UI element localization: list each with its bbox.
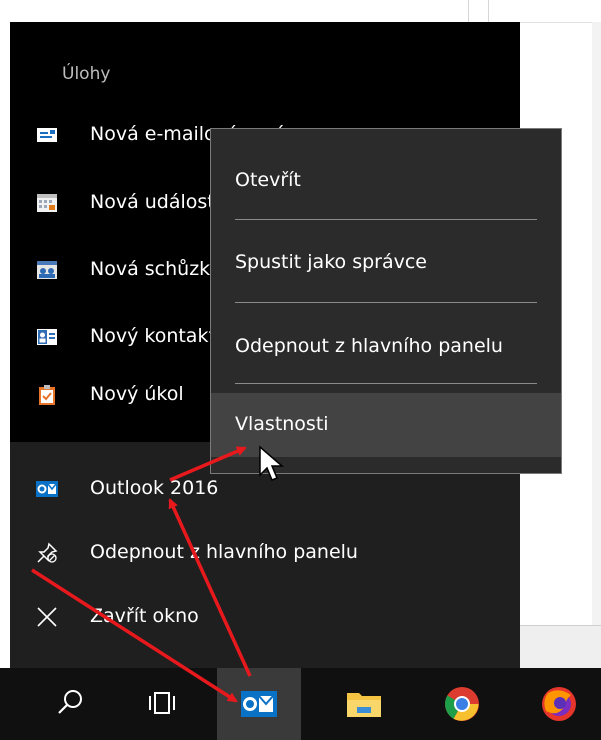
window-edge [592, 22, 601, 668]
outlook-icon [241, 691, 277, 717]
new-email-icon [37, 128, 57, 142]
menu-separator [235, 302, 537, 303]
menu-separator [235, 219, 537, 220]
window-bottom-strip [520, 625, 601, 668]
unpin-item[interactable]: Odepnout z hlavního panelu [10, 528, 520, 580]
menu-separator [235, 383, 537, 384]
taskbar-outlook-button[interactable] [217, 668, 301, 740]
menu-item-label: Odepnout z hlavního panelu [235, 335, 503, 357]
menu-item-label: Otevřít [235, 169, 301, 191]
taskbar [0, 668, 601, 740]
menu-item-run-as-admin[interactable]: Spustit jako správce [211, 229, 561, 299]
chrome-icon [445, 687, 479, 721]
new-contact-icon [37, 329, 57, 345]
outlook-icon [36, 481, 58, 497]
taskbar-chrome-button[interactable] [420, 668, 504, 740]
unpin-icon [37, 542, 58, 563]
task-label: Nový kontakt [90, 325, 216, 347]
task-label: Nová schůzka [90, 258, 222, 280]
new-meeting-icon [37, 261, 57, 279]
close-window-item[interactable]: Zavřít okno [10, 592, 520, 644]
new-task-icon [39, 385, 55, 405]
menu-item-unpin[interactable]: Odepnout z hlavního panelu [211, 313, 561, 383]
new-appointment-icon [37, 194, 57, 212]
taskbar-search-button[interactable] [28, 668, 112, 740]
taskbar-file-explorer-button[interactable] [322, 668, 406, 740]
menu-item-label: Spustit jako správce [235, 251, 427, 273]
mouse-cursor-icon [259, 445, 285, 481]
file-explorer-icon [347, 693, 381, 717]
app-label: Outlook 2016 [90, 477, 219, 499]
task-view-icon [149, 692, 175, 714]
search-icon [58, 690, 82, 714]
close-icon [37, 607, 57, 627]
section-title: Úlohy [62, 64, 111, 84]
task-label: Nový úkol [90, 383, 184, 405]
taskbar-task-view-button[interactable] [120, 668, 204, 740]
firefox-icon [542, 687, 576, 721]
menu-item-label: Vlastnosti [235, 413, 329, 435]
task-label: Nová událost [90, 191, 215, 213]
menu-item-open[interactable]: Otevřít [211, 147, 561, 217]
unpin-label: Odepnout z hlavního panelu [90, 541, 358, 563]
close-label: Zavřít okno [90, 605, 199, 627]
taskbar-firefox-button[interactable] [517, 668, 601, 740]
context-menu: Otevřít Spustit jako správce Odepnout z … [210, 128, 562, 474]
